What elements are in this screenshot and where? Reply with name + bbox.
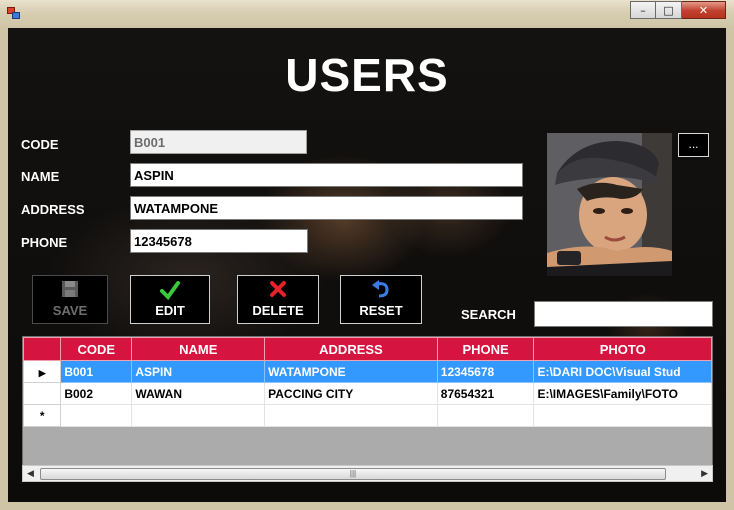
table-row[interactable]: ▶ B001 ASPIN WATAMPONE 12345678 E:\DARI … bbox=[23, 360, 712, 383]
column-header-photo[interactable]: PHOTO bbox=[533, 337, 712, 361]
horizontal-scrollbar[interactable]: ◀ ||| ▶ bbox=[22, 465, 713, 482]
window-frame-right bbox=[726, 28, 734, 510]
address-label: ADDRESS bbox=[21, 202, 85, 217]
undo-arrow-icon bbox=[341, 280, 421, 302]
search-input[interactable] bbox=[534, 301, 713, 327]
maximize-icon: □ bbox=[663, 3, 674, 17]
delete-button[interactable]: DELETE bbox=[237, 275, 319, 324]
row-selector[interactable]: ▶ bbox=[23, 360, 62, 383]
edit-button-label: EDIT bbox=[155, 303, 185, 318]
name-field[interactable] bbox=[130, 163, 523, 187]
maximize-button[interactable]: □ bbox=[656, 1, 682, 19]
window-controls: – □ ✕ bbox=[630, 1, 726, 19]
phone-field[interactable] bbox=[130, 229, 308, 253]
checkmark-icon bbox=[131, 280, 209, 302]
cell-phone[interactable]: 87654321 bbox=[436, 382, 535, 405]
search-label: SEARCH bbox=[461, 307, 516, 322]
x-delete-icon bbox=[238, 280, 318, 302]
cell-photo[interactable]: E:\DARI DOC\Visual Stud bbox=[533, 360, 712, 383]
grid-header-row: CODE NAME ADDRESS PHONE PHOTO bbox=[23, 337, 712, 361]
row-selector[interactable] bbox=[23, 382, 62, 405]
browse-photo-button[interactable]: ... bbox=[678, 133, 709, 157]
window-frame-bottom bbox=[0, 502, 734, 510]
close-button[interactable]: ✕ bbox=[682, 1, 726, 19]
page-title: USERS bbox=[285, 49, 449, 101]
column-header-code[interactable]: CODE bbox=[60, 337, 133, 361]
edit-button[interactable]: EDIT bbox=[130, 275, 210, 324]
column-header-name[interactable]: NAME bbox=[131, 337, 266, 361]
name-label: NAME bbox=[21, 169, 60, 184]
cell-phone[interactable] bbox=[436, 404, 535, 427]
users-table: CODE NAME ADDRESS PHONE PHOTO ▶ B001 ASP… bbox=[23, 337, 712, 427]
user-photo bbox=[547, 133, 672, 276]
users-grid[interactable]: CODE NAME ADDRESS PHONE PHOTO ▶ B001 ASP… bbox=[22, 336, 713, 482]
user-photo-image bbox=[547, 133, 672, 276]
save-button[interactable]: SAVE bbox=[32, 275, 108, 324]
code-label: CODE bbox=[21, 137, 59, 152]
cell-name[interactable]: ASPIN bbox=[131, 360, 266, 383]
floppy-disk-icon bbox=[33, 280, 107, 302]
cell-address[interactable]: PACCING CITY bbox=[264, 382, 438, 405]
scroll-thumb[interactable]: ||| bbox=[40, 468, 666, 480]
phone-label: PHONE bbox=[21, 235, 68, 250]
delete-button-label: DELETE bbox=[252, 303, 304, 318]
scroll-right-icon[interactable]: ▶ bbox=[701, 468, 708, 479]
reset-button[interactable]: RESET bbox=[340, 275, 422, 324]
scroll-left-icon[interactable]: ◀ bbox=[27, 468, 34, 479]
cell-phone[interactable]: 12345678 bbox=[436, 360, 535, 383]
form-client-area: USERS CODE NAME ADDRESS PHONE ... SAVE bbox=[8, 28, 726, 502]
save-button-label: SAVE bbox=[52, 303, 88, 318]
minimize-icon: – bbox=[640, 3, 646, 17]
cell-code[interactable] bbox=[60, 404, 133, 427]
title-bar[interactable]: – □ ✕ bbox=[0, 0, 734, 28]
cell-address[interactable]: WATAMPONE bbox=[264, 360, 438, 383]
new-row[interactable]: * bbox=[23, 404, 712, 427]
row-header-corner[interactable] bbox=[23, 337, 62, 361]
cell-name[interactable] bbox=[131, 404, 266, 427]
close-icon: ✕ bbox=[698, 3, 709, 17]
window-frame-left bbox=[0, 28, 8, 510]
new-row-marker[interactable]: * bbox=[23, 404, 62, 427]
reset-button-label: RESET bbox=[359, 303, 403, 318]
cell-code[interactable]: B001 bbox=[60, 360, 133, 383]
minimize-button[interactable]: – bbox=[630, 1, 656, 19]
address-field[interactable] bbox=[130, 196, 523, 220]
cell-photo[interactable] bbox=[533, 404, 712, 427]
table-row[interactable]: B002 WAWAN PACCING CITY 87654321 E:\IMAG… bbox=[23, 382, 712, 405]
column-header-phone[interactable]: PHONE bbox=[436, 337, 535, 361]
cell-photo[interactable]: E:\IMAGES\Family\FOTO bbox=[533, 382, 712, 405]
code-field[interactable] bbox=[130, 130, 307, 154]
app-icon bbox=[7, 7, 21, 20]
current-row-arrow-icon: ▶ bbox=[38, 367, 46, 378]
cell-code[interactable]: B002 bbox=[60, 382, 133, 405]
column-header-address[interactable]: ADDRESS bbox=[264, 337, 438, 361]
cell-name[interactable]: WAWAN bbox=[131, 382, 266, 405]
cell-address[interactable] bbox=[264, 404, 438, 427]
